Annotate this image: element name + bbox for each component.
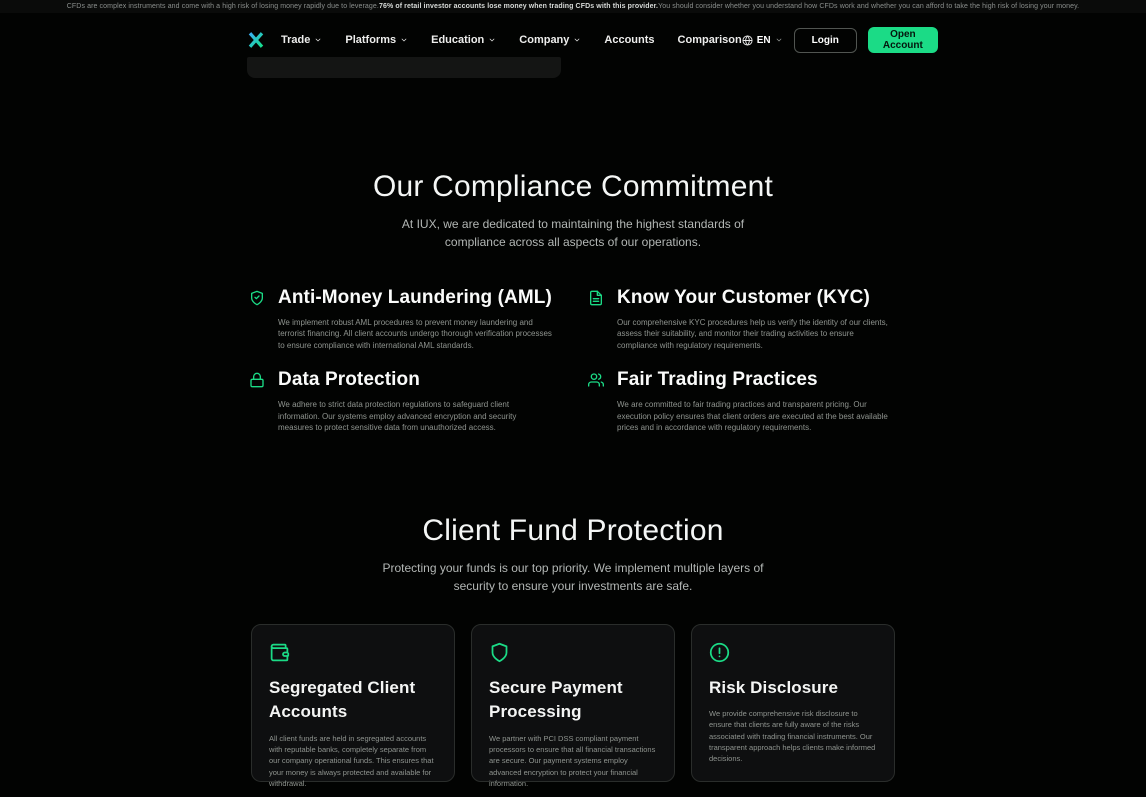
login-button[interactable]: Login bbox=[794, 28, 857, 53]
iux-logo-icon bbox=[247, 31, 265, 49]
risk-warning-text: CFDs are complex instruments and come wi… bbox=[67, 3, 379, 10]
compliance-item-body: Our comprehensive KYC procedures help us… bbox=[617, 317, 891, 352]
compliance-item-body: We adhere to strict data protection regu… bbox=[278, 399, 552, 434]
language-selector[interactable]: EN bbox=[742, 35, 783, 46]
compliance-grid: Anti-Money Laundering (AML) We implement… bbox=[249, 287, 897, 435]
shield-check-icon bbox=[249, 290, 265, 306]
nav-links: Trade Platforms Education Company Accoun… bbox=[281, 34, 742, 46]
chevron-down-icon bbox=[488, 36, 496, 44]
page: CFDs are complex instruments and come wi… bbox=[0, 0, 1146, 797]
lock-icon bbox=[249, 372, 265, 388]
compliance-item-title: Fair Trading Practices bbox=[617, 369, 818, 391]
file-text-icon bbox=[588, 290, 604, 306]
card-secure-payment: Secure Payment Processing We partner wit… bbox=[471, 624, 675, 782]
nav-item-label: Accounts bbox=[604, 34, 654, 46]
open-account-button[interactable]: Open Account bbox=[868, 27, 938, 53]
navbar: Trade Platforms Education Company Accoun… bbox=[0, 26, 1146, 54]
shield-icon bbox=[489, 642, 510, 663]
card-title: Segregated Client Accounts bbox=[269, 676, 437, 725]
chevron-down-icon bbox=[775, 36, 783, 44]
compliance-item-fair-trading: Fair Trading Practices We are committed … bbox=[588, 369, 897, 434]
language-label: EN bbox=[757, 35, 771, 46]
compliance-section-title: Our Compliance Commitment bbox=[0, 170, 1146, 205]
users-icon bbox=[588, 372, 604, 388]
compliance-item-aml: Anti-Money Laundering (AML) We implement… bbox=[249, 287, 558, 352]
fund-protection-subtitle: Protecting your funds is our top priorit… bbox=[382, 559, 764, 595]
compliance-item-title: Anti-Money Laundering (AML) bbox=[278, 287, 552, 309]
compliance-item-kyc: Know Your Customer (KYC) Our comprehensi… bbox=[588, 287, 897, 352]
iux-logo[interactable] bbox=[247, 31, 265, 49]
nav-item-platforms[interactable]: Platforms bbox=[345, 34, 408, 46]
compliance-item-data-protection: Data Protection We adhere to strict data… bbox=[249, 369, 558, 434]
chevron-down-icon bbox=[314, 36, 322, 44]
card-body: We provide comprehensive risk disclosure… bbox=[709, 708, 877, 764]
card-risk-disclosure: Risk Disclosure We provide comprehensive… bbox=[691, 624, 895, 782]
fund-protection-cards: Segregated Client Accounts All client fu… bbox=[251, 624, 895, 782]
nav-item-company[interactable]: Company bbox=[519, 34, 581, 46]
card-segregated-accounts: Segregated Client Accounts All client fu… bbox=[251, 624, 455, 782]
card-body: We partner with PCI DSS compliant paymen… bbox=[489, 733, 657, 789]
fund-protection-title: Client Fund Protection bbox=[0, 514, 1146, 549]
globe-icon bbox=[742, 35, 753, 46]
compliance-section-subtitle: At IUX, we are dedicated to maintaining … bbox=[382, 215, 764, 251]
fund-protection-section: Client Fund Protection Protecting your f… bbox=[0, 514, 1146, 782]
compliance-item-body: We are committed to fair trading practic… bbox=[617, 399, 891, 434]
risk-warning-text: You should consider whether you understa… bbox=[658, 3, 1079, 10]
compliance-item-title: Data Protection bbox=[278, 369, 420, 391]
nav-item-label: Platforms bbox=[345, 34, 396, 46]
card-title: Secure Payment Processing bbox=[489, 676, 657, 725]
compliance-item-title: Know Your Customer (KYC) bbox=[617, 287, 870, 309]
alert-circle-icon bbox=[709, 642, 730, 663]
collapsed-panel-remnant bbox=[247, 57, 561, 78]
nav-item-comparison[interactable]: Comparison bbox=[678, 34, 742, 46]
nav-item-accounts[interactable]: Accounts bbox=[604, 34, 654, 46]
nav-item-label: Education bbox=[431, 34, 484, 46]
nav-right: EN Login Open Account bbox=[742, 27, 938, 53]
compliance-item-body: We implement robust AML procedures to pr… bbox=[278, 317, 552, 352]
chevron-down-icon bbox=[573, 36, 581, 44]
wallet-icon bbox=[269, 642, 290, 663]
risk-warning-text-bold: 76% of retail investor accounts lose mon… bbox=[379, 3, 658, 10]
nav-item-education[interactable]: Education bbox=[431, 34, 496, 46]
nav-item-label: Comparison bbox=[678, 34, 742, 46]
chevron-down-icon bbox=[400, 36, 408, 44]
nav-item-trade[interactable]: Trade bbox=[281, 34, 322, 46]
risk-warning-banner: CFDs are complex instruments and come wi… bbox=[0, 0, 1146, 13]
card-body: All client funds are held in segregated … bbox=[269, 733, 437, 789]
nav-item-label: Trade bbox=[281, 34, 310, 46]
compliance-section: Our Compliance Commitment At IUX, we are… bbox=[0, 170, 1146, 434]
card-title: Risk Disclosure bbox=[709, 676, 877, 701]
nav-item-label: Company bbox=[519, 34, 569, 46]
